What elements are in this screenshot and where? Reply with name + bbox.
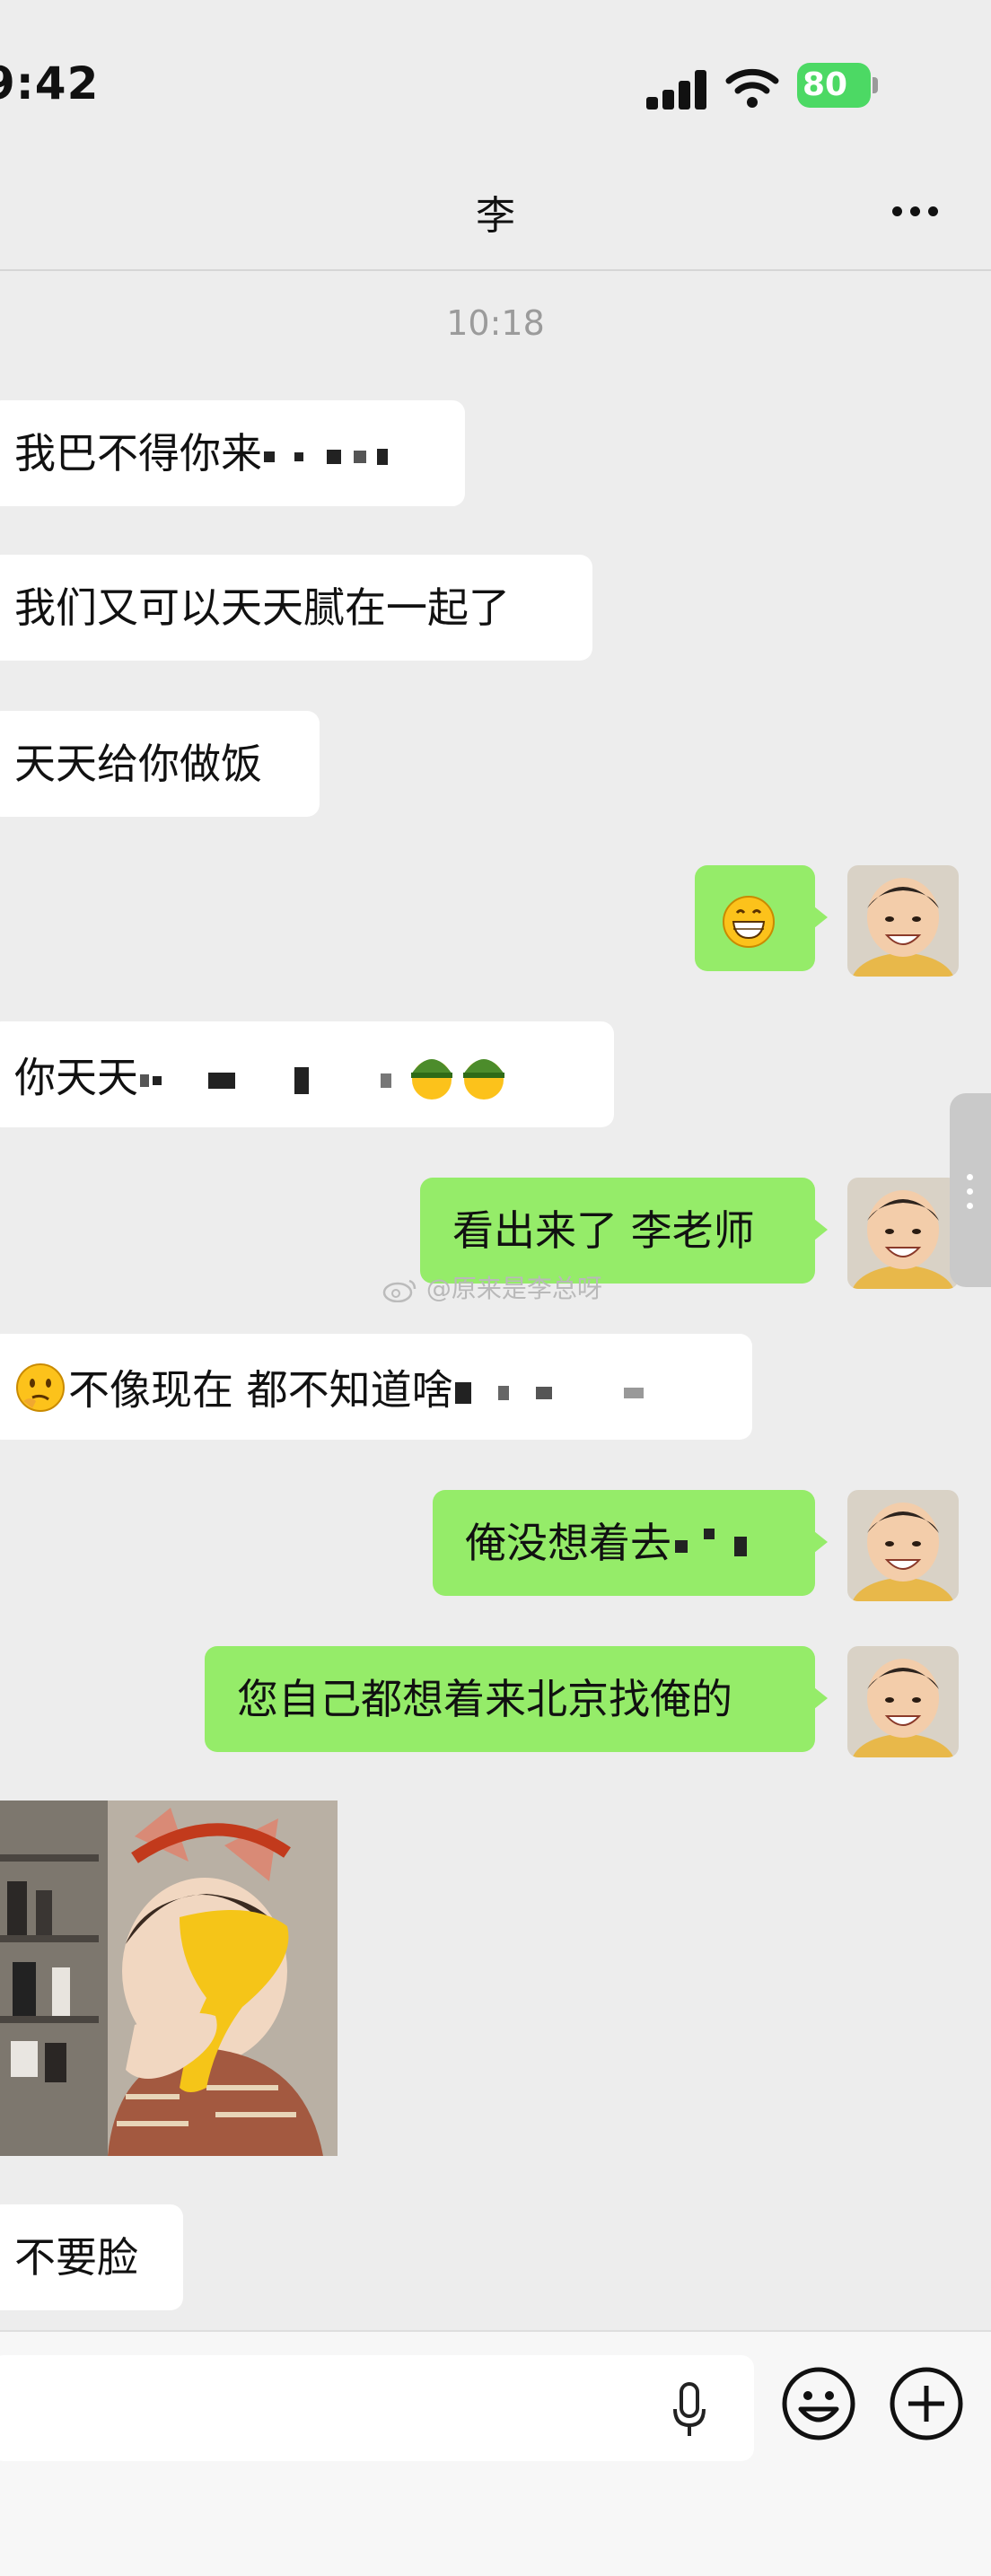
message-bubble-sent[interactable] [695, 865, 828, 971]
child-face-avatar-icon [847, 865, 959, 977]
chat-header: 李 [0, 162, 991, 271]
message-bubble-received[interactable]: 不要脸 [0, 2204, 183, 2310]
more-functions-plus-icon[interactable] [889, 2366, 964, 2441]
input-bar [0, 2330, 991, 2576]
wifi-icon [725, 68, 779, 108]
side-drawer-handle[interactable] [950, 1093, 991, 1287]
child-face-avatar-icon [847, 1490, 959, 1601]
watermark: @原来是李总呀 [382, 1269, 602, 1305]
message-text: 你天天 [14, 1053, 138, 1102]
message-text: 我巴不得你来 [14, 429, 262, 478]
message-text: 不要脸 [14, 2233, 138, 2282]
chat-timestamp: 10:18 [446, 303, 545, 343]
message-bubble-received[interactable]: 我们又可以天天腻在一起了 [0, 555, 592, 661]
signal-icon [646, 70, 709, 110]
message-bubble-received[interactable]: 你天天 [0, 1021, 614, 1127]
message-bubble-sent[interactable]: 您自己都想着来北京找俺的 [205, 1646, 828, 1752]
message-bubble-received[interactable]: 天天给你做饭 [0, 711, 320, 817]
self-avatar[interactable] [847, 865, 959, 977]
self-avatar[interactable] [847, 1178, 959, 1289]
message-bubble-sent[interactable]: 俺没想着去 [433, 1490, 828, 1596]
message-input[interactable] [0, 2355, 754, 2461]
message-text: 您自己都想着来北京找俺的 [237, 1675, 732, 1723]
emoji-picker-icon[interactable] [781, 2366, 856, 2441]
message-bubble-sent[interactable]: 看出来了 李老师 [420, 1178, 828, 1284]
child-face-avatar-icon [847, 1646, 959, 1757]
weibo-logo-icon [382, 1279, 417, 1303]
message-text: 我们又可以天天腻在一起了 [14, 583, 510, 632]
soldier-emoji-icon [406, 1049, 458, 1112]
child-face-avatar-icon [847, 1178, 959, 1289]
more-options-icon[interactable] [889, 199, 943, 226]
message-text: 不像现在 都不知道啥 [68, 1365, 453, 1415]
watermark-text: @原来是李总呀 [425, 1274, 602, 1303]
soldier-emoji-icon [458, 1049, 510, 1112]
battery-icon: 80 [797, 63, 880, 110]
self-avatar[interactable] [847, 1490, 959, 1601]
message-bubble-received[interactable]: 我巴不得你来 [0, 400, 465, 506]
message-text: 看出来了 李老师 [452, 1206, 755, 1255]
status-bar: 9:42 80 [0, 0, 991, 162]
message-text: 天天给你做饭 [14, 740, 262, 788]
grinning-face-icon [723, 895, 775, 948]
message-image[interactable] [0, 1801, 338, 2156]
self-avatar[interactable] [847, 1646, 959, 1757]
message-bubble-received[interactable]: 不像现在 都不知道啥 [0, 1334, 752, 1440]
microphone-icon[interactable] [671, 2382, 707, 2440]
child-with-balloon-photo [0, 1801, 338, 2156]
battery-level: 80 [802, 66, 848, 103]
chat-title: 李 [476, 193, 515, 239]
message-text: 俺没想着去 [465, 1519, 671, 1567]
thinking-face-icon [14, 1362, 66, 1424]
status-time: 9:42 [0, 57, 100, 110]
